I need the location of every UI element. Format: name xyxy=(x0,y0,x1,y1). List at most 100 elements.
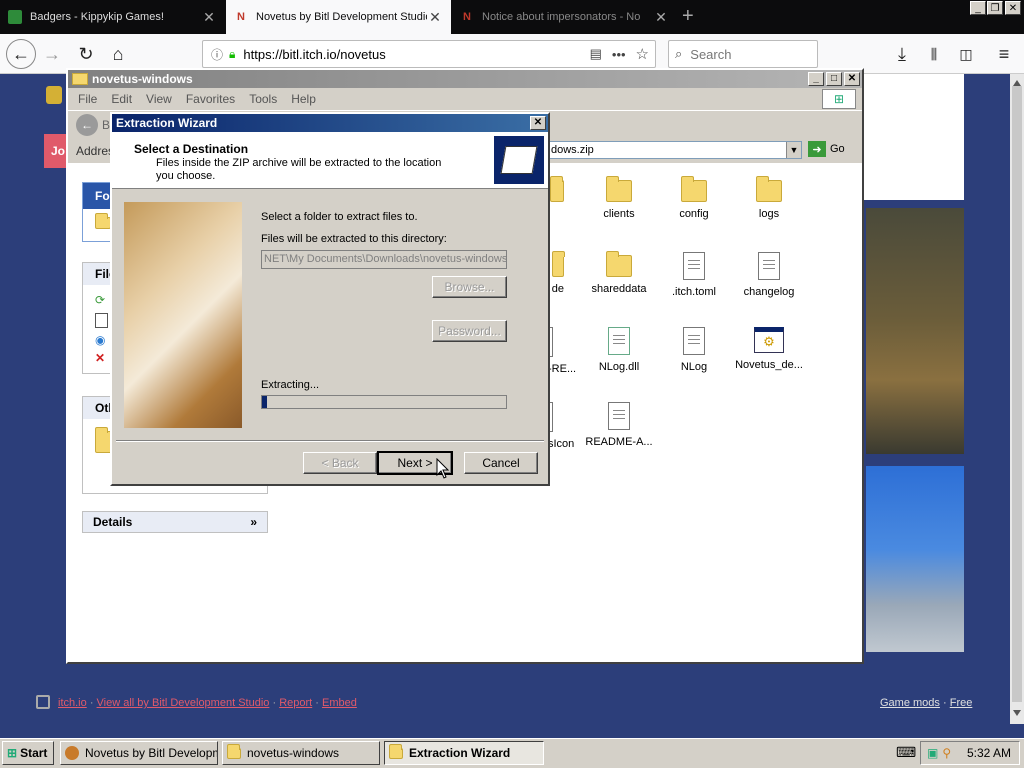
footer-link-free[interactable]: Free xyxy=(950,697,973,709)
close-icon[interactable]: ✕ xyxy=(844,72,860,86)
password-button[interactable]: Password... xyxy=(432,320,507,342)
scroll-down-icon[interactable] xyxy=(1013,710,1021,716)
menu-view[interactable]: View xyxy=(146,92,172,106)
close-window-icon[interactable]: ✕ xyxy=(1005,1,1021,15)
screenshot-thumbnail[interactable] xyxy=(866,208,964,454)
menu-tools[interactable]: Tools xyxy=(249,92,277,106)
address-input[interactable]: dows.zip ▼ xyxy=(546,141,802,159)
library-icon[interactable]: ⫼ xyxy=(920,40,948,68)
home-icon[interactable]: ⌂ xyxy=(104,40,132,68)
browser-tabbar: Badgers - Kippykip Games! ✕ N Novetus by… xyxy=(0,0,1024,34)
back-label[interactable]: B xyxy=(102,118,110,132)
restore-icon[interactable]: ❐ xyxy=(987,1,1003,15)
footer-link-game-mods[interactable]: Game mods xyxy=(880,697,940,709)
itchio-icon xyxy=(36,695,50,709)
bookmark-star-icon[interactable]: ☆ xyxy=(636,45,649,63)
taskbar-item-firefox[interactable]: Novetus by Bitl Developm... xyxy=(60,741,218,765)
copy-icon[interactable] xyxy=(95,313,108,328)
badger-favicon-icon xyxy=(8,10,22,24)
search-icon[interactable]: ⚲ xyxy=(942,746,951,760)
downloads-icon[interactable]: ⤓ xyxy=(888,40,916,68)
config-file-icon xyxy=(683,327,705,355)
taskbar-item-extraction-wizard[interactable]: Extraction Wizard xyxy=(384,741,544,765)
tab-novetus[interactable]: N Novetus by Bitl Development Studio ✕ xyxy=(226,0,451,34)
tab-badgers[interactable]: Badgers - Kippykip Games! ✕ xyxy=(0,0,225,34)
clock[interactable]: 5:32 AM xyxy=(967,746,1011,760)
wizard-header: Select a Destination Files inside the ZI… xyxy=(112,132,548,189)
address-value: dows.zip xyxy=(551,144,594,156)
search-input[interactable]: ⌕ Search xyxy=(668,40,818,68)
file-item-shareddata[interactable]: shareddata xyxy=(579,251,659,295)
file-item-nlog-dll[interactable]: NLog.dll xyxy=(579,327,659,373)
file-item-clients[interactable]: clients xyxy=(579,176,659,220)
browse-button[interactable]: Browse... xyxy=(432,276,507,298)
menu-help[interactable]: Help xyxy=(291,92,316,106)
footer-link-embed[interactable]: Embed xyxy=(322,697,357,709)
minimize-icon[interactable]: _ xyxy=(970,1,986,15)
page-scrollbar[interactable] xyxy=(1010,74,1024,724)
file-item-itch-toml[interactable]: .itch.toml xyxy=(654,252,734,298)
folder-icon xyxy=(606,251,632,277)
taskbar-label: novetus-windows xyxy=(247,746,340,760)
minimize-icon[interactable]: _ xyxy=(808,72,824,86)
footer-link-report[interactable]: Report xyxy=(279,697,312,709)
file-item-nlog[interactable]: NLog xyxy=(654,327,734,373)
start-button[interactable]: ⊞ Start xyxy=(2,741,54,765)
back-arrow-icon[interactable]: ← xyxy=(6,39,36,69)
page-actions-icon[interactable]: ••• xyxy=(612,47,626,62)
close-icon[interactable]: ✕ xyxy=(427,9,443,26)
footer-link-itchio[interactable]: itch.io xyxy=(58,697,87,709)
folder-icon[interactable] xyxy=(95,213,111,229)
scroll-thumb[interactable] xyxy=(1012,86,1022,702)
close-icon[interactable]: ✕ xyxy=(530,116,546,130)
lock-icon: 🔒︎ xyxy=(229,46,236,61)
go-button[interactable]: ➜ Go xyxy=(808,141,845,157)
maximize-icon[interactable]: □ xyxy=(826,72,842,86)
cancel-button[interactable]: Cancel xyxy=(464,452,538,474)
back-arrow-icon[interactable]: ← xyxy=(76,114,98,136)
file-item-config[interactable]: config xyxy=(654,176,734,220)
page-panel xyxy=(862,74,964,200)
forward-arrow-icon[interactable]: → xyxy=(38,40,66,68)
dir-input[interactable]: NET\My Documents\Downloads\novetus-windo… xyxy=(261,250,507,269)
delete-icon[interactable]: ✕ xyxy=(95,351,105,365)
new-tab-icon[interactable]: + xyxy=(682,5,694,28)
sidebar-icon[interactable]: ◫ xyxy=(952,40,980,68)
info-icon[interactable]: ⓘ xyxy=(211,46,223,63)
search-icon: ⌕ xyxy=(675,46,683,61)
file-item-novetus-exe[interactable]: ⚙ Novetus_de... xyxy=(729,327,809,371)
taskbar-label: Novetus by Bitl Developm... xyxy=(85,746,218,760)
file-item-changelog[interactable]: changelog xyxy=(729,252,809,298)
wizard-titlebar[interactable]: Extraction Wizard ✕ xyxy=(112,114,548,132)
explorer-titlebar[interactable]: novetus-windows _ □ ✕ xyxy=(68,70,862,88)
menu-favorites[interactable]: Favorites xyxy=(186,92,235,106)
keyboard-icon[interactable]: ⌨ xyxy=(896,744,916,761)
close-icon[interactable]: ✕ xyxy=(201,9,217,26)
url-bar[interactable]: ⓘ 🔒︎ https://bitl.itch.io/novetus ▤ ••• … xyxy=(202,40,656,68)
taskbar-item-explorer[interactable]: novetus-windows xyxy=(222,741,380,765)
windows-logo-icon: ⊞ xyxy=(7,746,18,760)
file-item-readme[interactable]: README-A... xyxy=(579,402,659,448)
globe-icon[interactable]: ◉ xyxy=(95,333,105,347)
url-text[interactable]: https://bitl.itch.io/novetus xyxy=(243,47,589,62)
wizard-side-image xyxy=(124,202,242,428)
file-icon xyxy=(608,402,630,430)
move-icon[interactable]: ⟳ xyxy=(95,293,105,307)
network-icon[interactable]: ▣ xyxy=(927,746,938,760)
back-button[interactable]: < Back xyxy=(303,452,377,474)
folder-icon xyxy=(389,743,403,759)
file-item-logs[interactable]: logs xyxy=(729,176,809,220)
screenshot-thumbnail[interactable] xyxy=(866,466,964,652)
folder-icon xyxy=(552,251,565,277)
menu-icon[interactable]: ≡ xyxy=(990,40,1018,68)
footer-link-view-all[interactable]: View all by Bitl Development Studio xyxy=(97,697,270,709)
details-panel[interactable]: Details » xyxy=(82,511,268,533)
reader-view-icon[interactable]: ▤ xyxy=(590,46,602,62)
menu-edit[interactable]: Edit xyxy=(111,92,132,106)
menu-file[interactable]: File xyxy=(78,92,97,106)
file-icon xyxy=(758,252,780,280)
reload-icon[interactable]: ↻ xyxy=(72,40,100,68)
tab-notice[interactable]: N Notice about impersonators - No ✕ xyxy=(452,0,677,34)
close-icon[interactable]: ✕ xyxy=(653,9,669,26)
chevron-down-icon[interactable]: ▼ xyxy=(786,142,801,158)
